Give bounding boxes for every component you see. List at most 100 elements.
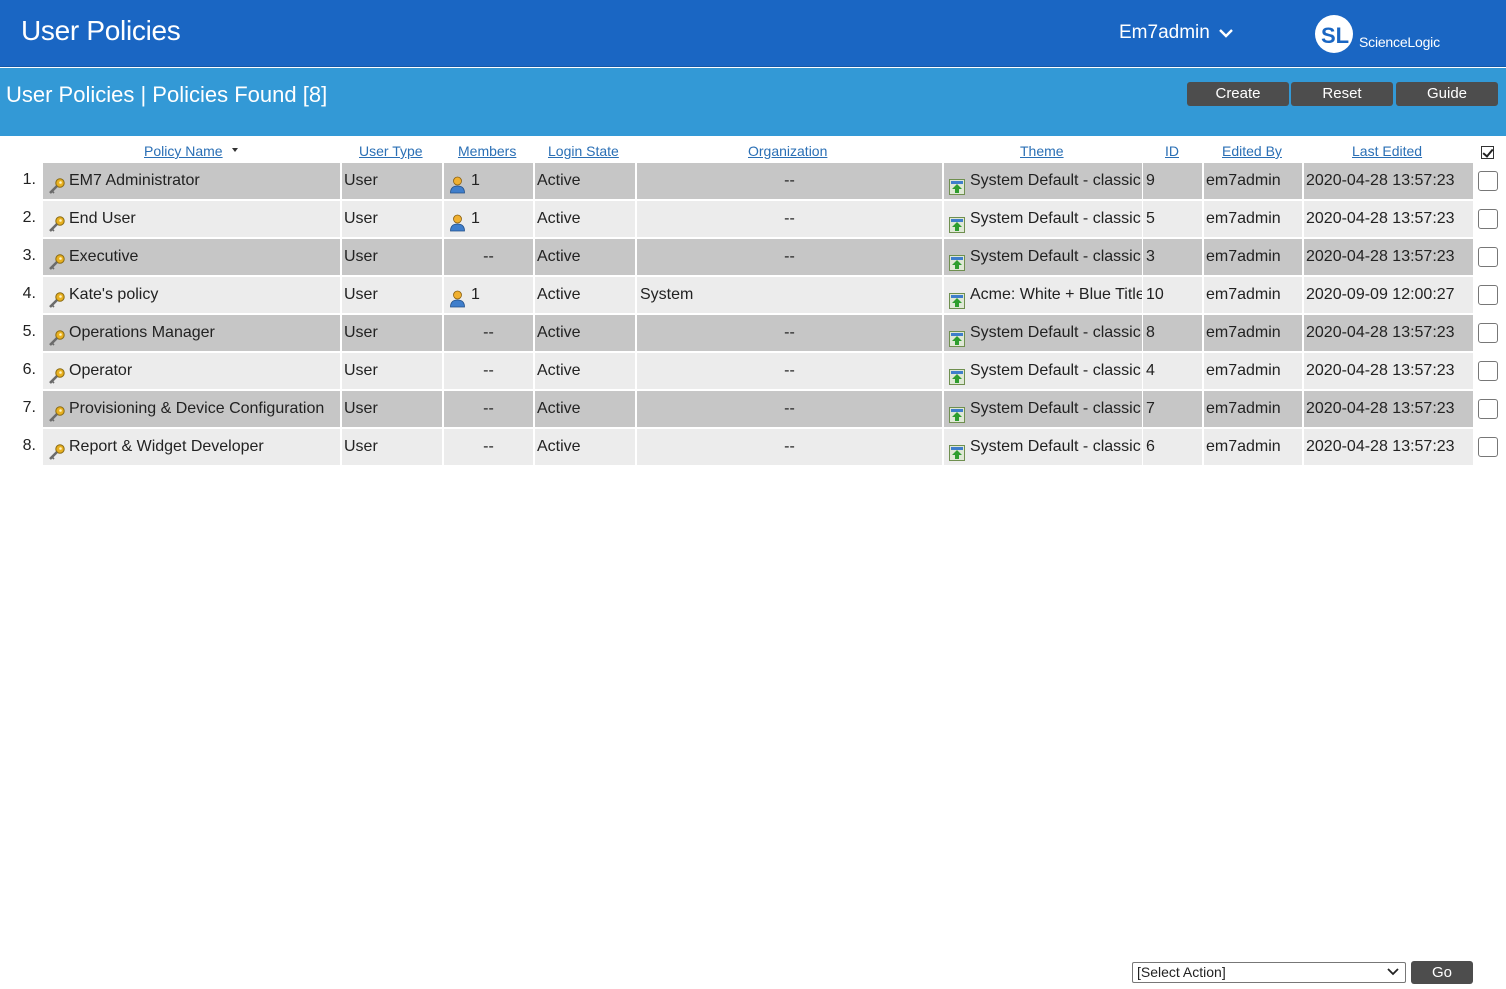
members-count: -- <box>483 400 494 417</box>
policy-name-cell[interactable]: Executive <box>43 239 340 275</box>
key-edit-icon[interactable] <box>48 287 66 308</box>
members-user-icon[interactable] <box>449 172 466 194</box>
theme-cell: System Default - classic <box>944 429 1142 465</box>
policy-name: Operations Manager <box>69 324 215 341</box>
key-edit-icon[interactable] <box>48 401 66 422</box>
col-header-theme[interactable]: Theme <box>1020 143 1064 159</box>
reset-button[interactable]: Reset <box>1291 82 1393 106</box>
row-checkbox-cell <box>1475 391 1506 427</box>
row-checkbox[interactable] <box>1478 323 1498 343</box>
key-edit-icon[interactable] <box>48 325 66 346</box>
col-header-policy-name[interactable]: Policy Name <box>144 143 223 159</box>
theme-cell: System Default - classic <box>944 391 1142 427</box>
key-edit-icon[interactable] <box>48 439 66 460</box>
edited-by-cell: em7admin <box>1204 277 1302 313</box>
login-state-cell: Active <box>535 201 635 237</box>
svg-text:SL: SL <box>1321 23 1349 48</box>
id-cell: 5 <box>1143 201 1202 237</box>
policy-name: EM7 Administrator <box>69 172 200 189</box>
members-user-icon[interactable] <box>449 210 466 232</box>
row-index: 8. <box>22 437 36 454</box>
theme-icon <box>949 249 965 271</box>
user-name: Em7admin <box>1119 22 1210 43</box>
row-checkbox-cell <box>1475 163 1506 199</box>
row-checkbox-cell <box>1475 201 1506 237</box>
theme-icon <box>949 401 965 423</box>
policy-name-cell[interactable]: Report & Widget Developer <box>43 429 340 465</box>
col-header-last-edited[interactable]: Last Edited <box>1352 143 1422 159</box>
edited-by-cell: em7admin <box>1204 163 1302 199</box>
guide-button[interactable]: Guide <box>1396 82 1498 106</box>
theme-name: Acme: White + Blue Title <box>970 286 1142 303</box>
row-checkbox[interactable] <box>1478 437 1498 457</box>
key-edit-icon[interactable] <box>48 249 66 270</box>
policy-name-cell[interactable]: Kate's policy <box>43 277 340 313</box>
policy-name-cell[interactable]: EM7 Administrator <box>43 163 340 199</box>
members-count: -- <box>483 438 494 455</box>
top-header: User Policies Em7admin SL ScienceLogic <box>0 0 1506 67</box>
policy-name-cell[interactable]: Operations Manager <box>43 315 340 351</box>
organization-cell: -- <box>637 391 942 427</box>
last-edited-cell: 2020-04-28 13:57:23 <box>1304 201 1473 237</box>
row-checkbox[interactable] <box>1478 209 1498 229</box>
row-checkbox[interactable] <box>1478 361 1498 381</box>
row-index: 3. <box>22 247 36 264</box>
policy-name-cell[interactable]: Provisioning & Device Configuration <box>43 391 340 427</box>
members-cell: -- <box>444 315 533 351</box>
theme-name: System Default - classic <box>970 438 1141 455</box>
sciencelogic-logo: SL ScienceLogic <box>1313 12 1440 56</box>
table-row: 5. Operations Manager User -- Active -- System… <box>0 314 1506 352</box>
row-checkbox[interactable] <box>1478 399 1498 419</box>
login-state-cell: Active <box>535 277 635 313</box>
page-toolbar: User Policies | Policies Found [8] Creat… <box>0 68 1506 136</box>
select-action-value: [Select Action] <box>1137 964 1226 980</box>
last-edited-cell: 2020-04-28 13:57:23 <box>1304 429 1473 465</box>
row-checkbox[interactable] <box>1478 171 1498 191</box>
theme-name: System Default - classic <box>970 400 1141 417</box>
last-edited-cell: 2020-04-28 13:57:23 <box>1304 163 1473 199</box>
row-index: 7. <box>22 399 36 416</box>
row-checkbox-cell <box>1475 315 1506 351</box>
theme-icon <box>949 439 965 461</box>
select-action-dropdown[interactable]: [Select Action] <box>1132 962 1406 983</box>
create-button[interactable]: Create <box>1187 82 1289 106</box>
table-body: 1. EM7 Administrator User 1 Active -- System D… <box>0 162 1506 466</box>
key-edit-icon[interactable] <box>48 211 66 232</box>
members-user-icon[interactable] <box>449 286 466 308</box>
key-edit-icon[interactable] <box>48 363 66 384</box>
theme-icon <box>949 363 965 385</box>
organization-cell: -- <box>637 315 942 351</box>
go-button[interactable]: Go <box>1411 961 1473 984</box>
policy-name-cell[interactable]: Operator <box>43 353 340 389</box>
chevron-down-icon <box>1387 968 1399 976</box>
login-state-cell: Active <box>535 429 635 465</box>
policy-name: Operator <box>69 362 133 379</box>
user-menu[interactable]: Em7admin <box>1119 22 1234 44</box>
policy-name-cell[interactable]: End User <box>43 201 340 237</box>
col-header-members[interactable]: Members <box>458 143 516 159</box>
members-count[interactable]: 1 <box>471 201 480 237</box>
members-count[interactable]: 1 <box>471 163 480 199</box>
theme-cell: System Default - classic <box>944 315 1142 351</box>
row-checkbox[interactable] <box>1478 247 1498 267</box>
edited-by-cell: em7admin <box>1204 239 1302 275</box>
members-cell: -- <box>444 353 533 389</box>
user-type-cell: User <box>342 315 442 351</box>
key-edit-icon[interactable] <box>48 173 66 194</box>
col-header-user-type[interactable]: User Type <box>359 143 423 159</box>
members-count[interactable]: 1 <box>471 277 480 313</box>
col-header-edited-by[interactable]: Edited By <box>1222 143 1282 159</box>
col-header-organization[interactable]: Organization <box>748 143 827 159</box>
login-state-cell: Active <box>535 353 635 389</box>
select-all-checkbox[interactable] <box>1481 146 1494 159</box>
table-header: Policy Name User Type Members Login Stat… <box>0 140 1506 162</box>
theme-cell: System Default - classic <box>944 353 1142 389</box>
col-header-id[interactable]: ID <box>1165 143 1179 159</box>
policy-name: Report & Widget Developer <box>69 438 264 455</box>
members-cell: -- <box>444 429 533 465</box>
user-type-cell: User <box>342 201 442 237</box>
edited-by-cell: em7admin <box>1204 201 1302 237</box>
col-header-login-state[interactable]: Login State <box>548 143 619 159</box>
row-checkbox[interactable] <box>1478 285 1498 305</box>
organization-cell: -- <box>637 353 942 389</box>
